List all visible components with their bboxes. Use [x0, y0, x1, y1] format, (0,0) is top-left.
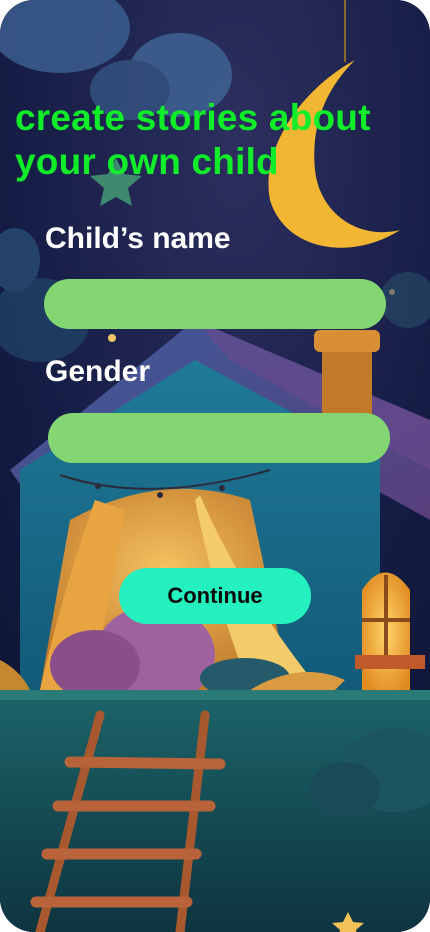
gender-input[interactable]: [48, 413, 390, 463]
child-name-input[interactable]: [44, 279, 386, 329]
page-headline: create stories about your own child: [15, 97, 371, 182]
child-name-label: Child’s name: [45, 222, 231, 255]
gender-label: Gender: [45, 355, 151, 388]
story-setup-screen: create stories about your own child Chil…: [0, 0, 430, 932]
continue-button[interactable]: Continue: [119, 568, 311, 624]
